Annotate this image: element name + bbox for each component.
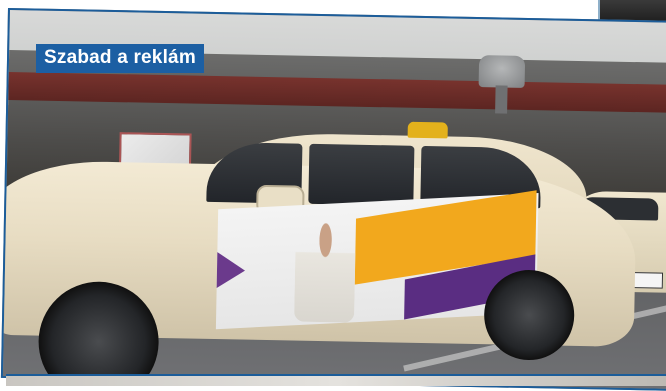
taxi-roof-sign	[407, 121, 448, 139]
adjacent-photo-bottom	[6, 374, 666, 386]
control-tower-stem	[495, 85, 508, 114]
ad-person-figure	[294, 221, 356, 323]
taxi-front-window	[308, 143, 415, 206]
control-tower	[478, 55, 526, 88]
caption-label: Szabad a reklám	[36, 44, 204, 73]
ad-purple-triangle	[216, 252, 246, 289]
